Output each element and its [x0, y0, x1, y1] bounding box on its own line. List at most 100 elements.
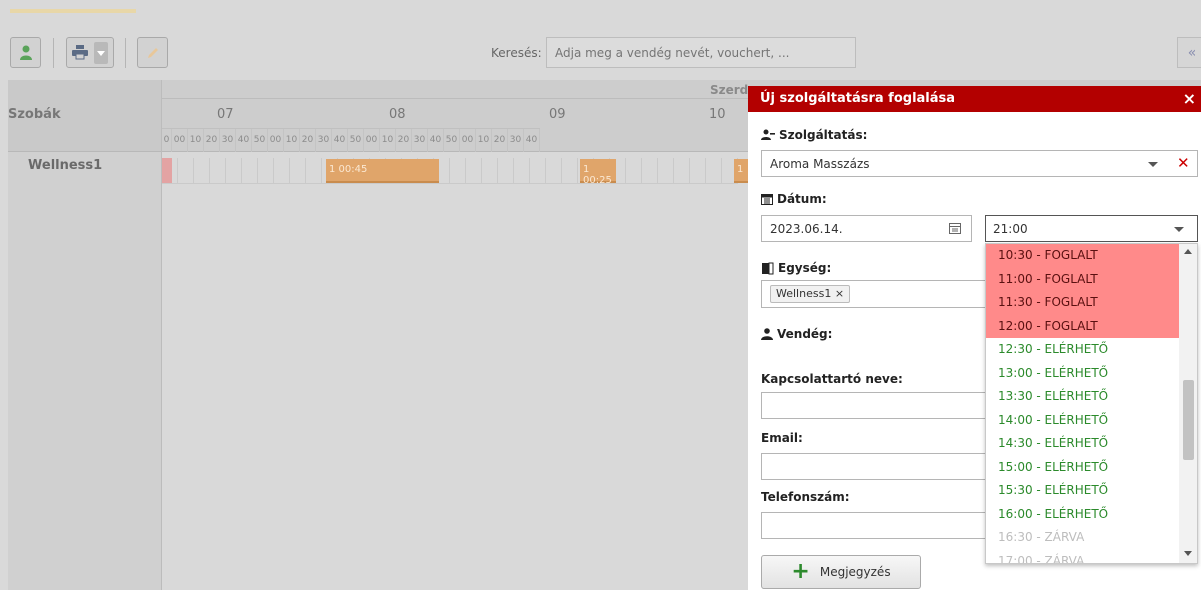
unit-label-row: Egység: — [761, 261, 831, 275]
scroll-down-icon[interactable] — [1184, 551, 1192, 556]
add-note-button[interactable]: + Megjegyzés — [761, 555, 921, 589]
time-slot-cell[interactable] — [162, 158, 178, 184]
date-label-row: Dátum: — [761, 192, 827, 206]
chevron-down-icon — [1148, 162, 1158, 167]
minute-tick: 00 — [268, 129, 284, 152]
time-option[interactable]: 15:30 - ELÉRHETŐ — [986, 479, 1179, 503]
chevron-down-icon — [1174, 227, 1184, 232]
edit-button[interactable] — [137, 37, 168, 68]
minute-tick: 10 — [188, 129, 204, 152]
minute-tick: 20 — [300, 129, 316, 152]
minute-tick: 30 — [220, 129, 236, 152]
time-slot-cell[interactable] — [530, 158, 546, 184]
rooms-column: Szobák Wellness1 — [8, 80, 162, 590]
chevron-down-icon — [97, 50, 105, 56]
time-option[interactable]: 13:00 - ELÉRHETŐ — [986, 362, 1179, 386]
time-slot-cell[interactable] — [482, 158, 498, 184]
time-slot-cell[interactable] — [194, 158, 210, 184]
email-label: Email: — [761, 431, 803, 445]
unit-label: Egység: — [778, 261, 832, 275]
time-slot-cell[interactable] — [290, 158, 306, 184]
time-slot-cell[interactable] — [626, 158, 642, 184]
toolbar-divider — [125, 38, 126, 68]
minute-tick: 20 — [204, 129, 220, 152]
room-row-label[interactable]: Wellness1 — [8, 158, 161, 188]
time-slot-cell[interactable] — [562, 158, 578, 184]
minute-tick: 10 — [284, 129, 300, 152]
scrollbar-thumb[interactable] — [1183, 380, 1194, 460]
time-option[interactable]: 14:30 - ELÉRHETŐ — [986, 432, 1179, 456]
time-slot-cell[interactable] — [242, 158, 258, 184]
time-slot-cell[interactable] — [690, 158, 706, 184]
minute-tick: 40 — [236, 129, 252, 152]
booking-block[interactable]: 1 00:45 — [326, 159, 439, 183]
minute-tick: 0 — [162, 129, 172, 152]
contact-name-label: Kapcsolattartó neve: — [761, 372, 903, 386]
time-slot-cell[interactable] — [210, 158, 226, 184]
search-input[interactable] — [546, 37, 856, 68]
room-slots-row — [162, 158, 738, 184]
print-button[interactable] — [66, 37, 114, 68]
time-options-dropdown: 10:30 - FOGLALT 11:00 - FOGLALT 11:30 - FO… — [985, 243, 1198, 564]
time-slot-cell[interactable] — [706, 158, 722, 184]
minute-tick: 40 — [428, 129, 444, 152]
dropdown-scrollbar[interactable] — [1179, 244, 1197, 563]
time-option: 16:30 - ZÁRVA — [998, 530, 1085, 544]
close-icon[interactable]: × — [1183, 89, 1196, 108]
calendar-icon[interactable] — [949, 222, 961, 234]
minute-tick: 40 — [332, 129, 348, 152]
time-slot-cell[interactable] — [226, 158, 242, 184]
booking-block[interactable]: 1 00:25 — [580, 159, 616, 186]
time-option[interactable]: 14:00 - ELÉRHETŐ — [986, 409, 1179, 433]
note-button-label: Megjegyzés — [819, 565, 891, 579]
search-label: Keresés: — [491, 46, 542, 60]
minutes-row: 0 00 10 20 30 40 50 00 10 20 30 40 50 00 10 20 30 40 50 00 1… — [162, 128, 540, 152]
time-value: 21:00 — [993, 222, 1028, 236]
time-option[interactable]: 16:00 - ELÉRHETŐ — [986, 503, 1179, 527]
time-slot-cell[interactable] — [674, 158, 690, 184]
service-select[interactable]: Aroma Masszázs ✕ — [761, 150, 1198, 177]
minute-tick: 10 — [476, 129, 492, 152]
time-slot-cell[interactable] — [658, 158, 674, 184]
clear-service-icon[interactable]: ✕ — [1177, 154, 1190, 172]
calendar-icon — [761, 194, 773, 205]
time-slot-cell[interactable] — [546, 158, 562, 184]
time-slot-cell[interactable] — [306, 158, 322, 184]
service-icon — [761, 129, 775, 140]
time-slot-cell[interactable] — [498, 158, 514, 184]
time-option: 10:30 - FOGLALT — [986, 244, 1179, 268]
collapse-panel-button[interactable]: « — [1177, 37, 1201, 68]
date-input[interactable]: 2023.06.14. — [761, 215, 972, 242]
time-option: 17:00 - ZÁRVA — [998, 553, 1085, 564]
time-option[interactable]: 12:30 - ELÉRHETŐ — [986, 338, 1179, 362]
minute-tick: 40 — [524, 129, 540, 152]
day-label: Szerd — [710, 83, 749, 97]
time-options-list: 10:30 - FOGLALT 11:00 - FOGLALT 11:30 - FO… — [986, 244, 1197, 564]
time-slot-cell[interactable] — [466, 158, 482, 184]
hour-label: 10 — [709, 107, 726, 122]
minute-tick: 10 — [380, 129, 396, 152]
time-slot-cell[interactable] — [514, 158, 530, 184]
user-icon — [761, 328, 773, 340]
booking-block[interactable]: 1 — [734, 159, 748, 183]
print-dropdown-toggle[interactable] — [94, 41, 108, 64]
time-slot-cell[interactable] — [450, 158, 466, 184]
hour-label: 08 — [389, 107, 406, 122]
time-slot-cell[interactable] — [258, 158, 274, 184]
add-guest-button[interactable] — [10, 37, 41, 68]
remove-tag-icon[interactable]: × — [835, 287, 844, 300]
scroll-up-icon[interactable] — [1184, 249, 1192, 254]
time-slot-cell[interactable] — [274, 158, 290, 184]
user-icon — [19, 45, 32, 60]
time-slot-cell[interactable] — [642, 158, 658, 184]
hour-label: 07 — [217, 107, 234, 122]
time-option: 11:00 - FOGLALT — [986, 267, 1179, 291]
time-slot-cell[interactable] — [178, 158, 194, 184]
minute-tick: 50 — [444, 129, 460, 152]
unit-tag[interactable]: Wellness1 × — [770, 285, 851, 303]
time-select[interactable]: 21:00 — [985, 215, 1198, 242]
service-label-row: Szolgáltatás: — [761, 128, 867, 142]
time-option[interactable]: 13:30 - ELÉRHETŐ — [986, 385, 1179, 409]
minute-tick: 00 — [172, 129, 188, 152]
time-option[interactable]: 15:00 - ELÉRHETŐ — [986, 456, 1179, 480]
